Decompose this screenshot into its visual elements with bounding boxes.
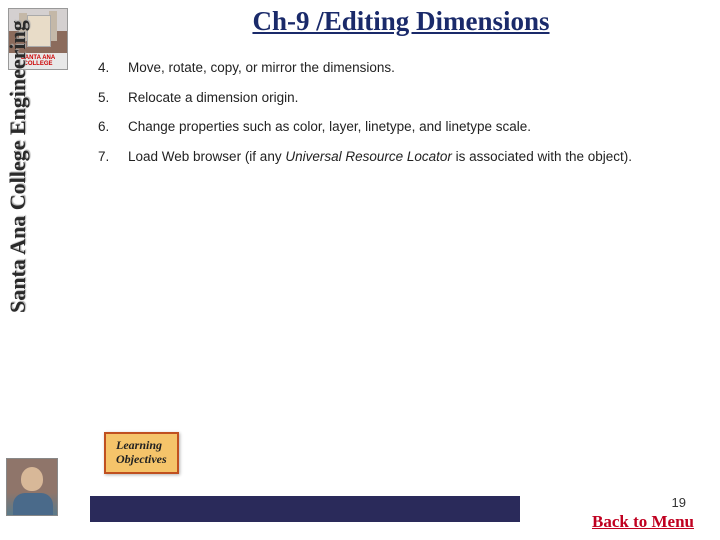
list-item: 6. Change properties such as color, laye… [98, 118, 712, 136]
item-number: 6. [98, 118, 128, 136]
learning-line2: Objectives [116, 453, 167, 467]
item-number: 5. [98, 89, 128, 107]
item-number: 7. [98, 148, 128, 166]
content-area: Ch-9 /Editing Dimensions 4. Move, rotate… [90, 0, 712, 540]
list-item: 5. Relocate a dimension origin. [98, 89, 712, 107]
item-text: Move, rotate, copy, or mirror the dimens… [128, 59, 712, 77]
sidebar-vertical-title: Santa Ana College Engineering [5, 20, 31, 313]
learning-objectives-button[interactable]: Learning Objectives [104, 432, 179, 474]
bottom-color-bar [90, 496, 520, 522]
learning-line1: Learning [116, 439, 167, 453]
back-to-menu-link[interactable]: Back to Menu [592, 512, 694, 532]
item-text: Load Web browser (if any Universal Resou… [128, 148, 712, 166]
list-item: 4. Move, rotate, copy, or mirror the dim… [98, 59, 712, 77]
numbered-list: 4. Move, rotate, copy, or mirror the dim… [98, 59, 712, 165]
sidebar: SANTA ANA COLLEGE Santa Ana College Engi… [0, 0, 72, 540]
list-item: 7. Load Web browser (if any Universal Re… [98, 148, 712, 166]
page-number: 19 [672, 495, 686, 510]
item-text: Relocate a dimension origin. [128, 89, 712, 107]
item-text: Change properties such as color, layer, … [128, 118, 712, 136]
sidebar-photo [6, 458, 58, 516]
slide-title: Ch-9 /Editing Dimensions [90, 6, 712, 37]
item-number: 4. [98, 59, 128, 77]
